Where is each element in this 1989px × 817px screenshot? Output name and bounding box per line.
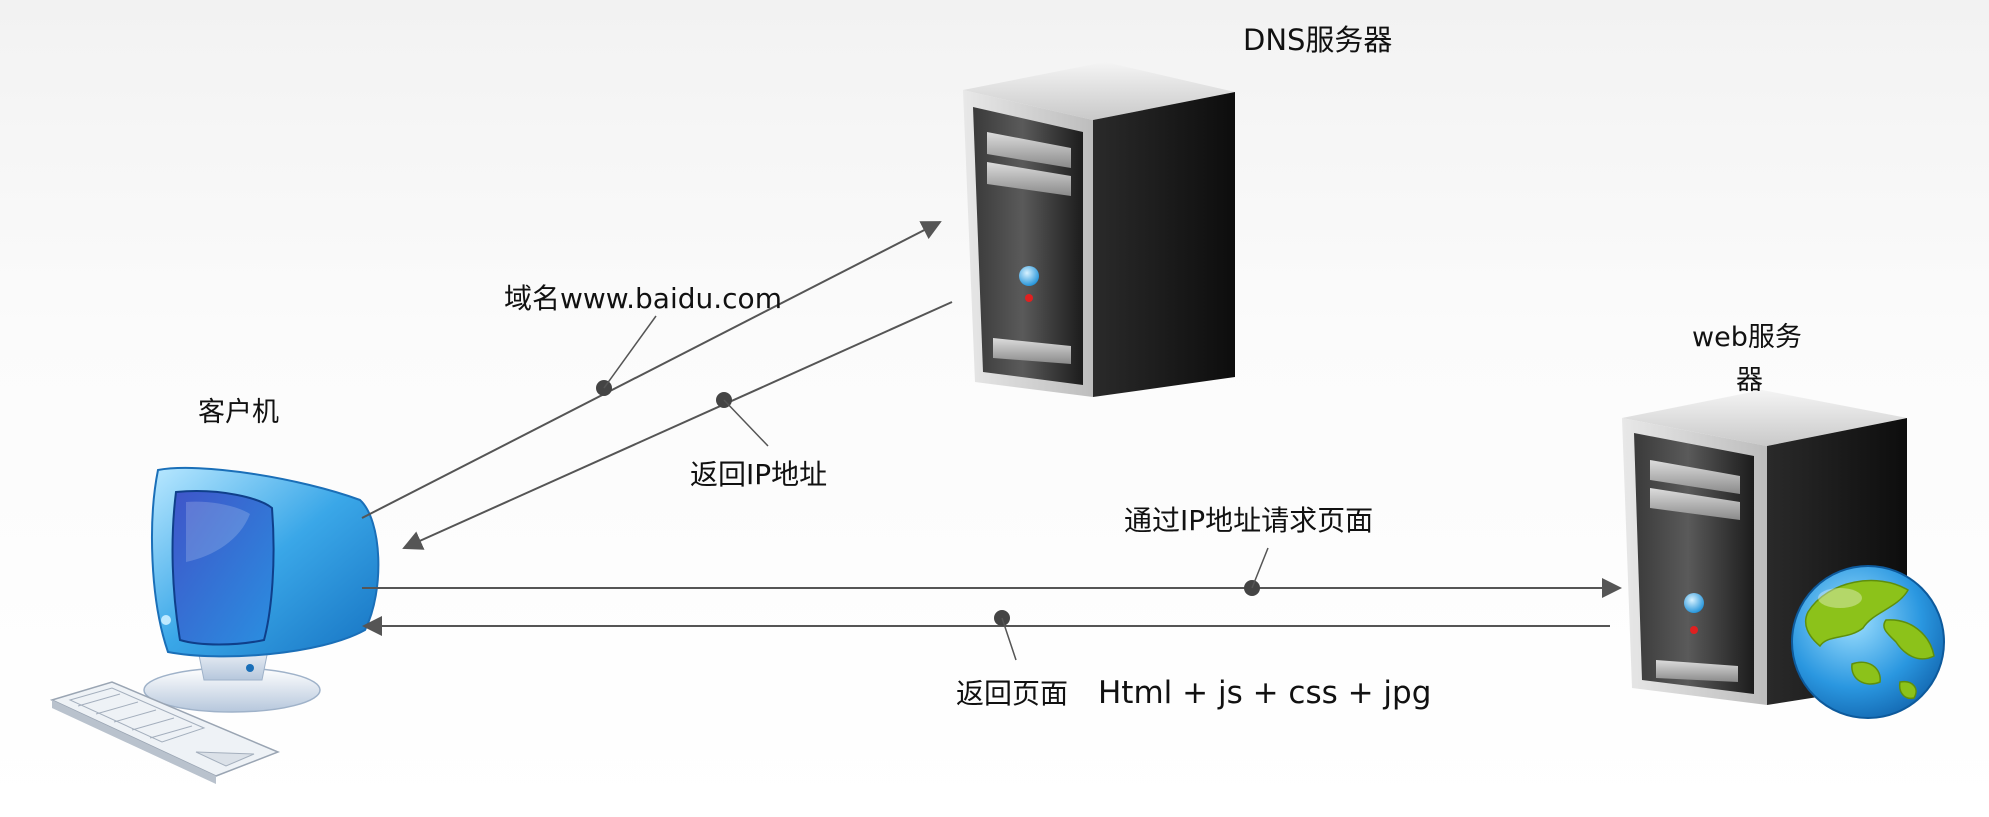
client-label: 客户机 — [198, 397, 279, 428]
edge-domain-request-label: 域名www.baidu.com — [504, 282, 782, 315]
globe-icon — [1791, 565, 1945, 719]
web-server-label-line1: web服务 — [1692, 322, 1802, 353]
client-computer-icon — [49, 466, 380, 784]
edge-ip-return-leader — [723, 399, 769, 447]
edge-page-return-leader — [1001, 617, 1017, 661]
edge-ip-return — [402, 301, 953, 550]
web-server-label-line2: 器 — [1736, 365, 1763, 396]
edge-page-return-label-cn: 返回页面 — [956, 677, 1068, 710]
edge-domain-request — [361, 221, 942, 519]
edge-page-request-leader — [1251, 547, 1269, 589]
dns-server-label: DNS服务器 — [1243, 23, 1392, 57]
edge-ip-return-label: 返回IP地址 — [690, 458, 827, 491]
edge-page-return — [362, 610, 1610, 661]
dns-web-request-flow-diagram: DNS服务器 web服务 器 客户机 域名www.baidu.com 返回IP地… — [49, 23, 1945, 784]
edge-page-request-label: 通过IP地址请求页面 — [1124, 504, 1373, 537]
dns-server-icon — [963, 62, 1235, 397]
edge-page-return-label-en: Html + js + css + jpg — [1098, 675, 1431, 711]
edge-page-request — [362, 547, 1622, 598]
edge-domain-request-leader — [603, 315, 657, 389]
